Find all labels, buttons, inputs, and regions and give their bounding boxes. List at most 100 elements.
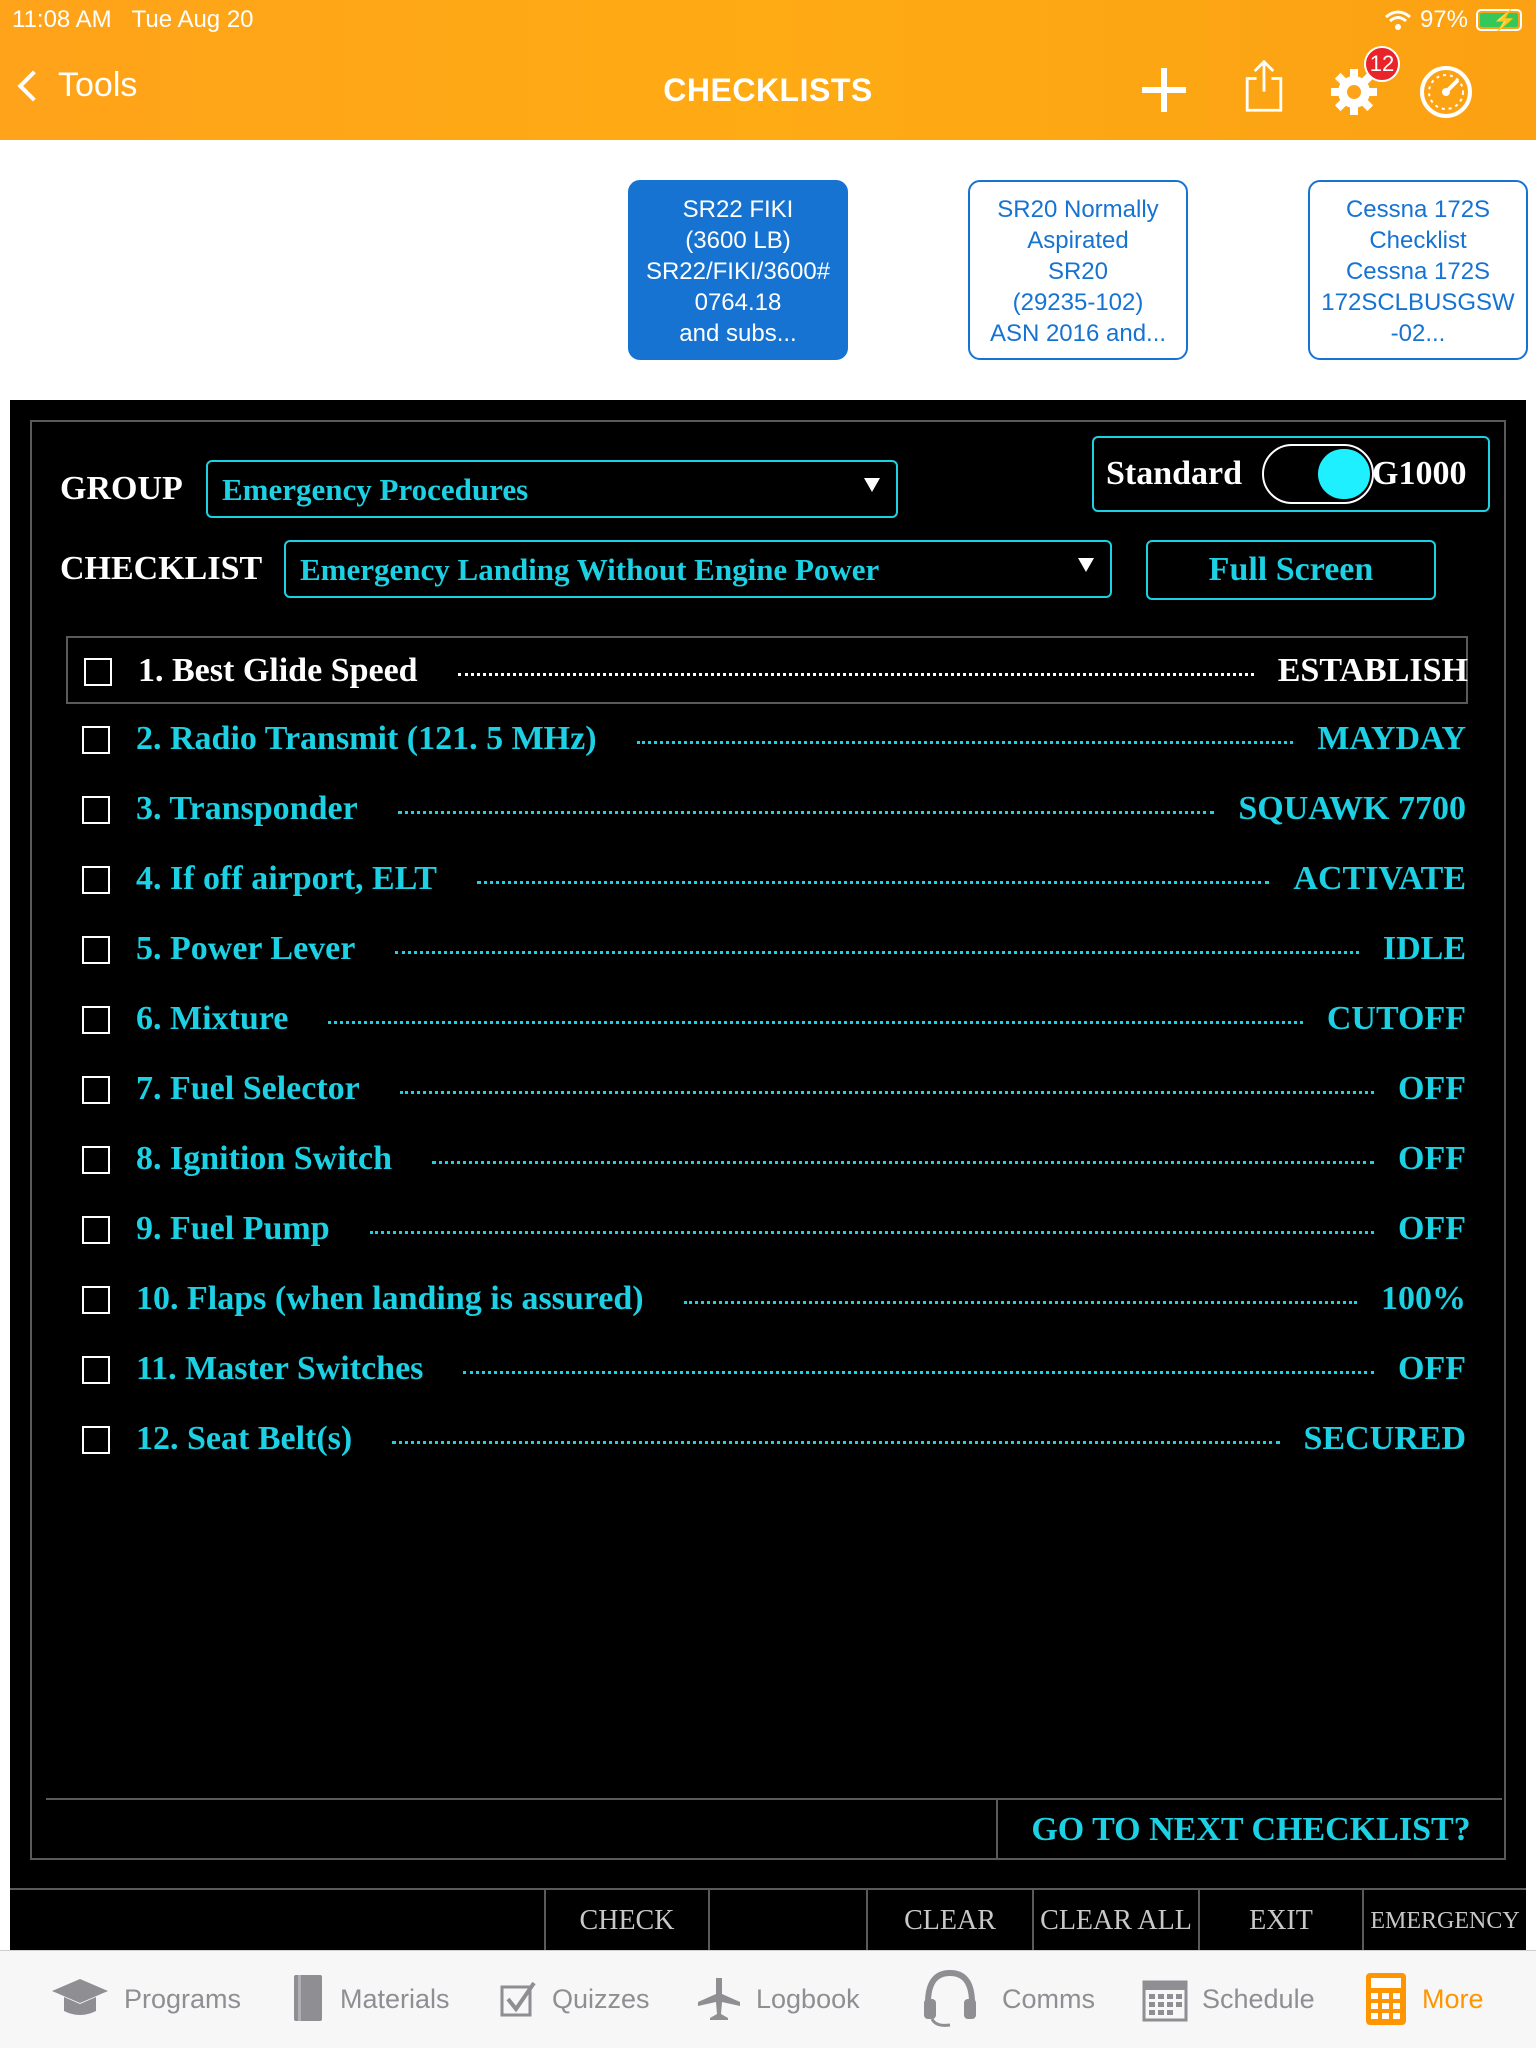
item-name: 6. Mixture <box>136 1000 289 1037</box>
item-checkbox[interactable] <box>82 1146 110 1174</box>
checklist-row[interactable]: 8. Ignition Switch OFF <box>66 1126 1468 1194</box>
card-line: 0764.18 <box>694 289 782 316</box>
card-line: and subs... <box>679 320 797 347</box>
item-checkbox[interactable] <box>82 1356 110 1384</box>
share-icon[interactable] <box>1240 58 1288 114</box>
checkbox-icon <box>500 1981 536 2017</box>
group-select-value: Emergency Procedures <box>222 472 529 507</box>
checklist-row[interactable]: 1. Best Glide Speed ESTABLISH <box>66 636 1468 704</box>
checklist-row[interactable]: 6. Mixture CUTOFF <box>66 986 1468 1054</box>
item-name: 7. Fuel Selector <box>136 1070 360 1107</box>
headset-icon <box>924 1969 976 2027</box>
tab-bar: Programs Materials Quizzes Logbook Comms <box>0 1950 1536 2048</box>
item-value: CUTOFF <box>1326 1000 1466 1037</box>
nav-bar: 11:08 AM Tue Aug 20 97% ⚡ Tools CHECKLIS… <box>0 0 1536 140</box>
tab-comms[interactable]: Comms <box>920 1969 1095 2029</box>
tab-schedule[interactable]: Schedule <box>1142 1969 1315 2029</box>
gauge-icon[interactable] <box>1418 62 1474 118</box>
card-line: SR22 FIKI <box>682 196 794 223</box>
add-icon[interactable] <box>1140 62 1188 118</box>
item-checkbox[interactable] <box>82 1006 110 1034</box>
item-value: IDLE <box>1382 930 1466 967</box>
card-line: -02... <box>1390 320 1446 347</box>
item-checkbox[interactable] <box>82 1286 110 1314</box>
exit-button[interactable]: EXIT <box>1198 1890 1362 1950</box>
card-line: (3600 LB) <box>685 227 791 254</box>
item-name: 12. Seat Belt(s) <box>136 1420 353 1457</box>
item-checkbox[interactable] <box>82 1076 110 1104</box>
tab-label: Schedule <box>1202 1983 1315 2014</box>
wifi-icon <box>1384 10 1411 30</box>
checklist-select-value: Emergency Landing Without Engine Power <box>300 552 880 587</box>
airplane-icon <box>698 1978 740 2020</box>
tab-quizzes[interactable]: Quizzes <box>500 1969 650 2029</box>
tab-label: Programs <box>124 1983 242 2014</box>
checklist-row[interactable]: 2. Radio Transmit (121. 5 MHz) MAYDAY <box>66 706 1468 774</box>
tab-programs[interactable]: Programs <box>50 1969 241 2029</box>
checklist-row[interactable]: 11. Master Switches OFF <box>66 1336 1468 1404</box>
card-line: Cessna 172S <box>1345 196 1491 223</box>
item-value: OFF <box>1398 1140 1466 1177</box>
item-checkbox[interactable] <box>82 796 110 824</box>
group-select[interactable]: Emergency Procedures <box>206 460 898 518</box>
checklist-row[interactable]: 12. Seat Belt(s) SECURED <box>66 1406 1468 1474</box>
checklist-select[interactable]: Emergency Landing Without Engine Power <box>284 540 1112 598</box>
battery-icon: ⚡ <box>1476 9 1522 32</box>
toggle-label-standard: Standard <box>1106 455 1243 492</box>
toggle-label-g1000: G1000 <box>1372 455 1467 492</box>
check-button[interactable]: CHECK <box>544 1890 708 1950</box>
status-date: Tue Aug 20 <box>131 6 254 33</box>
item-name: 11. Master Switches <box>136 1350 424 1387</box>
checklist-card-cessna172s[interactable]: Cessna 172S Checklist Cessna 172S 172SCL… <box>1308 180 1528 360</box>
item-value: OFF <box>1398 1070 1466 1107</box>
item-value: MAYDAY <box>1317 720 1466 757</box>
tab-more[interactable]: More <box>1364 1969 1484 2029</box>
full-screen-button[interactable]: Full Screen <box>1146 540 1436 600</box>
tab-label: Comms <box>1002 1983 1095 2014</box>
checklist-row[interactable]: 5. Power Lever IDLE <box>66 916 1468 984</box>
checklist-label: CHECKLIST <box>60 550 263 587</box>
item-checkbox[interactable] <box>82 936 110 964</box>
item-name: 8. Ignition Switch <box>136 1140 392 1177</box>
toggle-knob <box>1318 449 1370 499</box>
checklist-card-sr20[interactable]: SR20 Normally Aspirated SR20 (29235-102)… <box>968 180 1188 360</box>
card-line: SR20 <box>1047 258 1109 285</box>
graduation-cap-icon <box>52 1979 108 2015</box>
item-value: OFF <box>1398 1350 1466 1387</box>
item-checkbox[interactable] <box>82 1426 110 1454</box>
item-name: 9. Fuel Pump <box>136 1210 330 1247</box>
item-checkbox[interactable] <box>82 1216 110 1244</box>
tab-logbook[interactable]: Logbook <box>696 1969 860 2029</box>
leader-dots <box>399 1070 1375 1094</box>
item-name: 10. Flaps (when landing is assured) <box>136 1280 644 1317</box>
checklist-row[interactable]: 9. Fuel Pump OFF <box>66 1196 1468 1264</box>
next-checklist-button[interactable]: GO TO NEXT CHECKLIST? <box>996 1800 1504 1860</box>
item-checkbox[interactable] <box>84 658 112 686</box>
checklist-row[interactable]: 4. If off airport, ELT ACTIVATE <box>66 846 1468 914</box>
item-checkbox[interactable] <box>82 866 110 894</box>
status-clock: 11:08 AM <box>12 6 112 33</box>
display-mode-toggle[interactable] <box>1262 444 1374 504</box>
clear-all-button[interactable]: CLEAR ALL <box>1032 1890 1198 1950</box>
checklist-row[interactable]: 7. Fuel Selector OFF <box>66 1056 1468 1124</box>
tab-materials[interactable]: Materials <box>290 1969 450 2029</box>
leader-dots <box>392 1420 1280 1444</box>
checklist-row[interactable]: 10. Flaps (when landing is assured) 100% <box>66 1266 1468 1334</box>
card-line: Cessna 172S <box>1345 258 1491 285</box>
emergency-button[interactable]: EMERGENCY <box>1362 1890 1526 1950</box>
back-button[interactable]: Tools <box>17 66 137 105</box>
leader-dots <box>683 1280 1357 1304</box>
item-value: OFF <box>1398 1210 1466 1247</box>
dropdown-arrow-icon <box>864 478 880 492</box>
leader-dots <box>369 1210 1375 1234</box>
item-checkbox[interactable] <box>82 726 110 754</box>
checklist-card-sr22[interactable]: SR22 FIKI (3600 LB) SR22/FIKI/3600# 0764… <box>628 180 848 360</box>
item-value: SQUAWK 7700 <box>1238 790 1466 827</box>
clear-button[interactable]: CLEAR <box>866 1890 1032 1950</box>
tab-label: More <box>1422 1983 1484 2014</box>
card-line: Checklist <box>1369 227 1467 254</box>
calendar-icon <box>1142 1980 1188 2022</box>
checklist-row[interactable]: 3. Transponder SQUAWK 7700 <box>66 776 1468 844</box>
card-line: Aspirated <box>1027 227 1129 254</box>
item-name: 4. If off airport, ELT <box>136 860 437 897</box>
